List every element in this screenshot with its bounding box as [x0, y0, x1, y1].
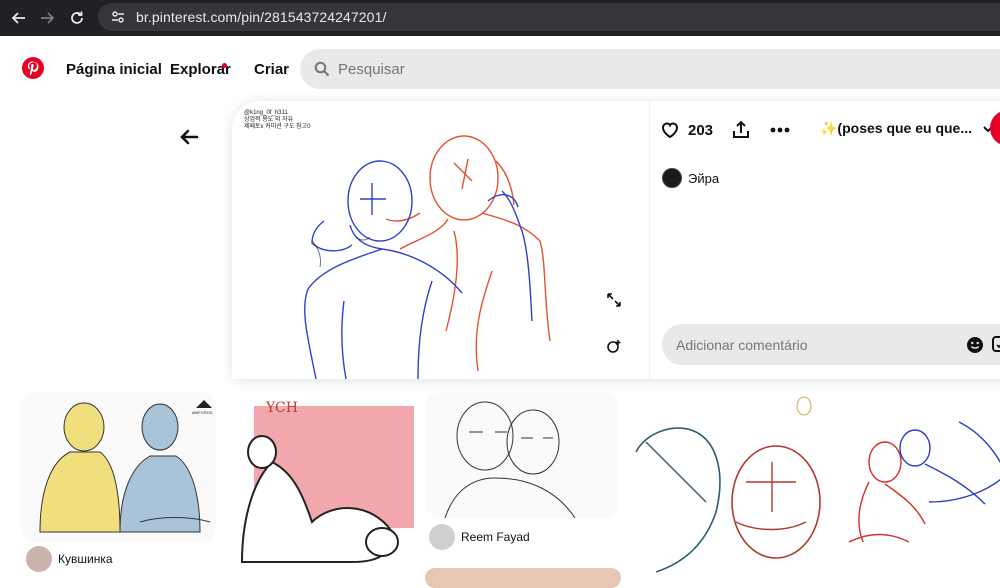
- related-pin-2[interactable]: YCH: [222, 392, 418, 577]
- heart-icon[interactable]: [660, 120, 680, 140]
- forward-nav-icon[interactable]: [32, 3, 62, 33]
- reload-icon[interactable]: [62, 3, 92, 33]
- handwritten-label: YCH: [266, 400, 298, 416]
- search-icon: [314, 61, 330, 77]
- sticker-icon[interactable]: [992, 336, 1000, 352]
- emoji-icon[interactable]: [966, 336, 984, 354]
- related-pin-3-user[interactable]: Reem Fayad: [429, 524, 530, 550]
- pin-image[interactable]: @k1ng_0f_h311 상업적 용도 외 자유 제페토x 커미션 구도 참고…: [232, 101, 650, 379]
- related-pin-4[interactable]: [626, 392, 822, 577]
- pinterest-logo-icon[interactable]: [22, 57, 44, 79]
- tile-user-name: Reem Fayad: [461, 530, 530, 544]
- address-bar[interactable]: br.pinterest.com/pin/281543724247201/: [98, 3, 1000, 31]
- pin-image: [829, 392, 1000, 577]
- more-options-icon[interactable]: [769, 120, 791, 140]
- tile-user-name: Кувшинка: [58, 552, 113, 566]
- author-name: Эйра: [688, 170, 720, 186]
- related-pin-3[interactable]: [425, 392, 621, 518]
- watermark-text: AWFORGS: [192, 410, 213, 415]
- share-icon[interactable]: [731, 120, 751, 140]
- comment-input[interactable]: Adicionar comentário: [662, 324, 1000, 365]
- nav-create[interactable]: Criar: [254, 61, 289, 78]
- pin-image: [425, 392, 617, 518]
- pin-actions: 203: [660, 116, 791, 144]
- comment-placeholder: Adicionar comentário: [676, 336, 808, 353]
- related-pin-5[interactable]: [829, 392, 1000, 577]
- board-name: ✨(poses que eu que...: [820, 120, 973, 136]
- pin-image: [20, 392, 216, 542]
- avatar: [26, 546, 52, 572]
- site-info-icon[interactable]: [110, 9, 126, 25]
- search-input[interactable]: Pesquisar: [300, 49, 1000, 89]
- avatar: [662, 168, 682, 188]
- browser-toolbar: br.pinterest.com/pin/281543724247201/: [0, 0, 1000, 36]
- notification-dot: [222, 63, 227, 68]
- related-pin-6[interactable]: [425, 568, 621, 588]
- back-arrow-icon[interactable]: [178, 126, 200, 148]
- board-selector[interactable]: ✨(poses que eu que...: [820, 120, 994, 137]
- nav-home[interactable]: Página inicial: [66, 61, 162, 78]
- visual-search-icon[interactable]: [599, 332, 629, 362]
- pin-image: [626, 392, 822, 577]
- search-placeholder: Pesquisar: [338, 60, 405, 78]
- pin-author[interactable]: Эйра: [662, 168, 719, 188]
- related-pin-1-user[interactable]: Кувшинка: [26, 546, 113, 572]
- url-text: br.pinterest.com/pin/281543724247201/: [136, 9, 387, 25]
- related-pin-1[interactable]: AWFORGS: [20, 392, 216, 542]
- like-count: 203: [688, 121, 714, 139]
- back-nav-icon[interactable]: [4, 3, 34, 33]
- pin-image: [222, 392, 418, 577]
- expand-icon[interactable]: [599, 285, 629, 315]
- sketch-illustration: [303, 135, 551, 379]
- avatar: [429, 524, 455, 550]
